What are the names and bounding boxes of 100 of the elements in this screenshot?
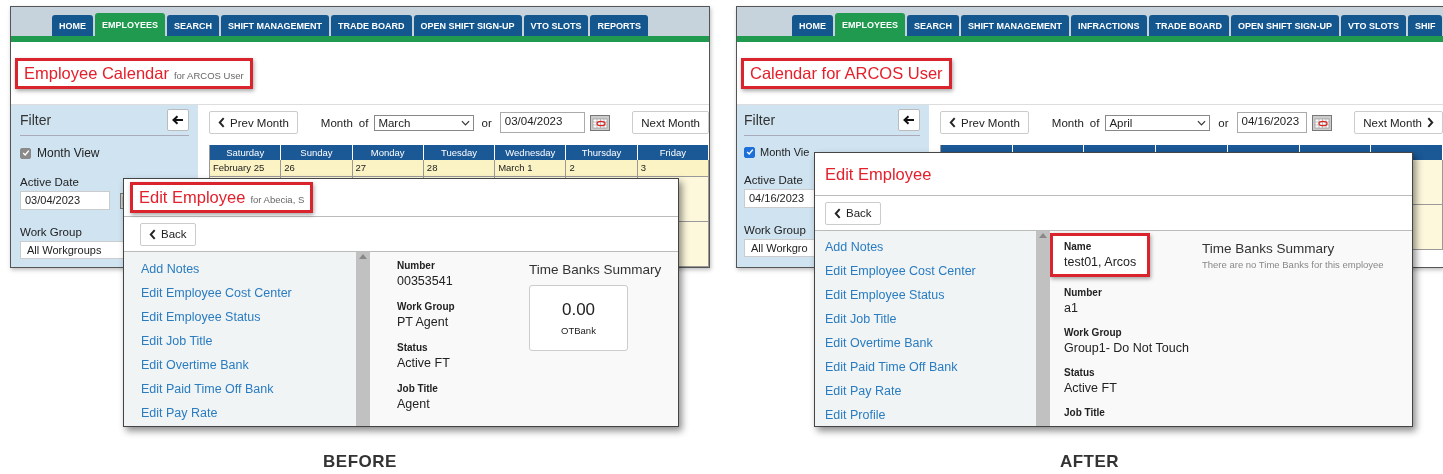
calendar-icon[interactable] [590, 114, 611, 131]
checkbox[interactable] [20, 147, 31, 159]
date-cell[interactable]: 26 [281, 160, 353, 177]
nav-tab[interactable]: VTO SLOTS [1341, 15, 1406, 36]
nav-tab[interactable]: SHIFT MANAGEMENT [961, 15, 1070, 36]
nav-tab[interactable]: SEARCH [167, 15, 220, 36]
nav-tab[interactable]: SEARCH [907, 15, 960, 36]
nav-tab[interactable]: INFRACTIONS [1071, 15, 1147, 36]
nav-tab[interactable]: TRADE BOARD [331, 15, 412, 36]
date-cell[interactable]: February 25 [210, 160, 282, 177]
nav-tab[interactable]: OPEN SHIFT SIGN-UP [1231, 15, 1340, 36]
nav-tab[interactable]: SHIFT MANAGEMENT [221, 15, 330, 36]
nav-tab[interactable]: HOME [792, 15, 833, 36]
dialog-title: Edit Employee [825, 164, 932, 184]
bank-amount: 0.00 [561, 300, 596, 320]
field-label: Active Date [744, 174, 803, 186]
of-label: of [1089, 116, 1100, 129]
date-cell[interactable]: 28 [423, 160, 496, 177]
nav-tab[interactable]: EMPLOYEES [835, 13, 905, 36]
menu-link[interactable]: Edit Pay Rate [141, 405, 356, 421]
menu-link[interactable]: Edit Overtime Bank [141, 357, 356, 373]
page-title: Employee Calendar [24, 63, 169, 83]
date-field[interactable]: 03/04/2023 [499, 112, 586, 133]
menu-link[interactable]: Edit Job Title [141, 333, 356, 349]
caption: AFTER [1059, 452, 1120, 472]
menu-link[interactable]: Edit Overtime Bank [825, 335, 1036, 351]
date-cell[interactable]: 2 [566, 160, 638, 177]
dialog-title: Edit Employee [139, 188, 246, 207]
field-value: PT Agent [397, 315, 450, 329]
menu-link[interactable]: Edit Employee Cost Center [825, 263, 1036, 279]
date-cell[interactable]: 27 [352, 160, 424, 177]
or-label: or [1218, 116, 1229, 129]
menu-link[interactable]: Edit Paid Time Off Bank [141, 381, 356, 397]
date-field[interactable]: 04/16/2023 [1236, 112, 1308, 133]
caption: BEFORE [323, 452, 397, 472]
empty-note: There are no Time Banks for this employee [1202, 259, 1384, 270]
scrollbar[interactable] [356, 252, 370, 426]
weekday-header: Tuesday [423, 145, 496, 160]
arrow-left-icon [172, 115, 184, 125]
month-select[interactable]: April [1105, 114, 1211, 131]
scrollbar[interactable] [1036, 231, 1050, 426]
nav-tab[interactable]: EMPLOYEES [95, 13, 165, 36]
nav-tab[interactable]: REPORTS [590, 15, 648, 36]
field-label: Name [1064, 241, 1092, 252]
field-label: Work Group [397, 301, 456, 312]
nav-tab[interactable]: HOME [52, 15, 93, 36]
prev-month-button[interactable]: Prev Month [209, 111, 298, 134]
dropdown-icon [1197, 119, 1207, 126]
chevron-left-icon [218, 117, 225, 128]
weekday-header: Thursday [566, 145, 638, 160]
next-month-button[interactable]: Next Month [1354, 111, 1443, 134]
back-button[interactable]: Back [140, 222, 196, 246]
field-label: Number [1064, 287, 1103, 298]
menu-link[interactable]: Add Notes [141, 261, 356, 277]
field-label: Status [397, 342, 429, 353]
field-label: Status [1064, 367, 1096, 378]
checkbox[interactable] [744, 146, 755, 158]
next-month-button[interactable]: Next Month [632, 111, 709, 134]
chevron-left-icon [149, 228, 156, 240]
field-value: a1 [1064, 301, 1079, 315]
date-cell[interactable]: 3 [637, 160, 709, 177]
nav-tab[interactable]: SHIF [1407, 15, 1443, 36]
menu-link[interactable]: Edit Profile [825, 407, 1036, 423]
field-label: Job Title [397, 383, 439, 394]
back-button[interactable]: Back [825, 201, 881, 225]
nav-tab[interactable]: TRADE BOARD [1148, 15, 1230, 36]
filter-title: Filter [20, 112, 52, 128]
collapse-button[interactable] [167, 109, 189, 131]
chevron-left-icon [949, 117, 956, 128]
menu-link[interactable]: Edit Employee Cost Center [141, 285, 356, 301]
bank-name: OTBank [561, 325, 596, 336]
field-label: Work Group [1064, 327, 1123, 338]
dropdown-icon [460, 119, 470, 126]
arrow-left-icon [903, 115, 915, 125]
prev-month-button[interactable]: Prev Month [940, 111, 1029, 134]
filter-title: Filter [744, 112, 776, 128]
or-label: or [481, 116, 492, 129]
weekday-header: Wednesday [495, 145, 567, 160]
calendar-icon[interactable] [1312, 114, 1333, 131]
checkbox-label: Month View [37, 146, 100, 160]
chevron-left-icon [834, 207, 841, 219]
field-label: Work Group [744, 224, 806, 236]
menu-link[interactable]: Edit Employee Status [825, 287, 1036, 303]
collapse-button[interactable] [898, 109, 920, 131]
menu-link[interactable]: Edit Employee Status [141, 309, 356, 325]
nav-tab[interactable]: OPEN SHIFT SIGN-UP [413, 15, 522, 36]
date-field[interactable]: 03/04/2023 [20, 191, 110, 210]
menu-link[interactable]: Edit Pay Rate [825, 383, 1036, 399]
date-cell[interactable]: March 1 [495, 160, 567, 177]
weekday-header: Saturday [210, 145, 282, 160]
menu-link[interactable]: Edit Job Title [825, 311, 1036, 327]
field-value: Active FT [1064, 381, 1118, 395]
weekday-header: Friday [637, 145, 709, 160]
menu-link[interactable]: Add Notes [825, 239, 1036, 255]
month-select[interactable]: March [374, 114, 474, 131]
page-title-subtitle: for ARCOS User [173, 69, 244, 81]
nav-tab[interactable]: VTO SLOTS [523, 15, 589, 36]
month-label: Month [1051, 116, 1084, 129]
field-value: Active FT [397, 356, 451, 370]
menu-link[interactable]: Edit Paid Time Off Bank [825, 359, 1036, 375]
